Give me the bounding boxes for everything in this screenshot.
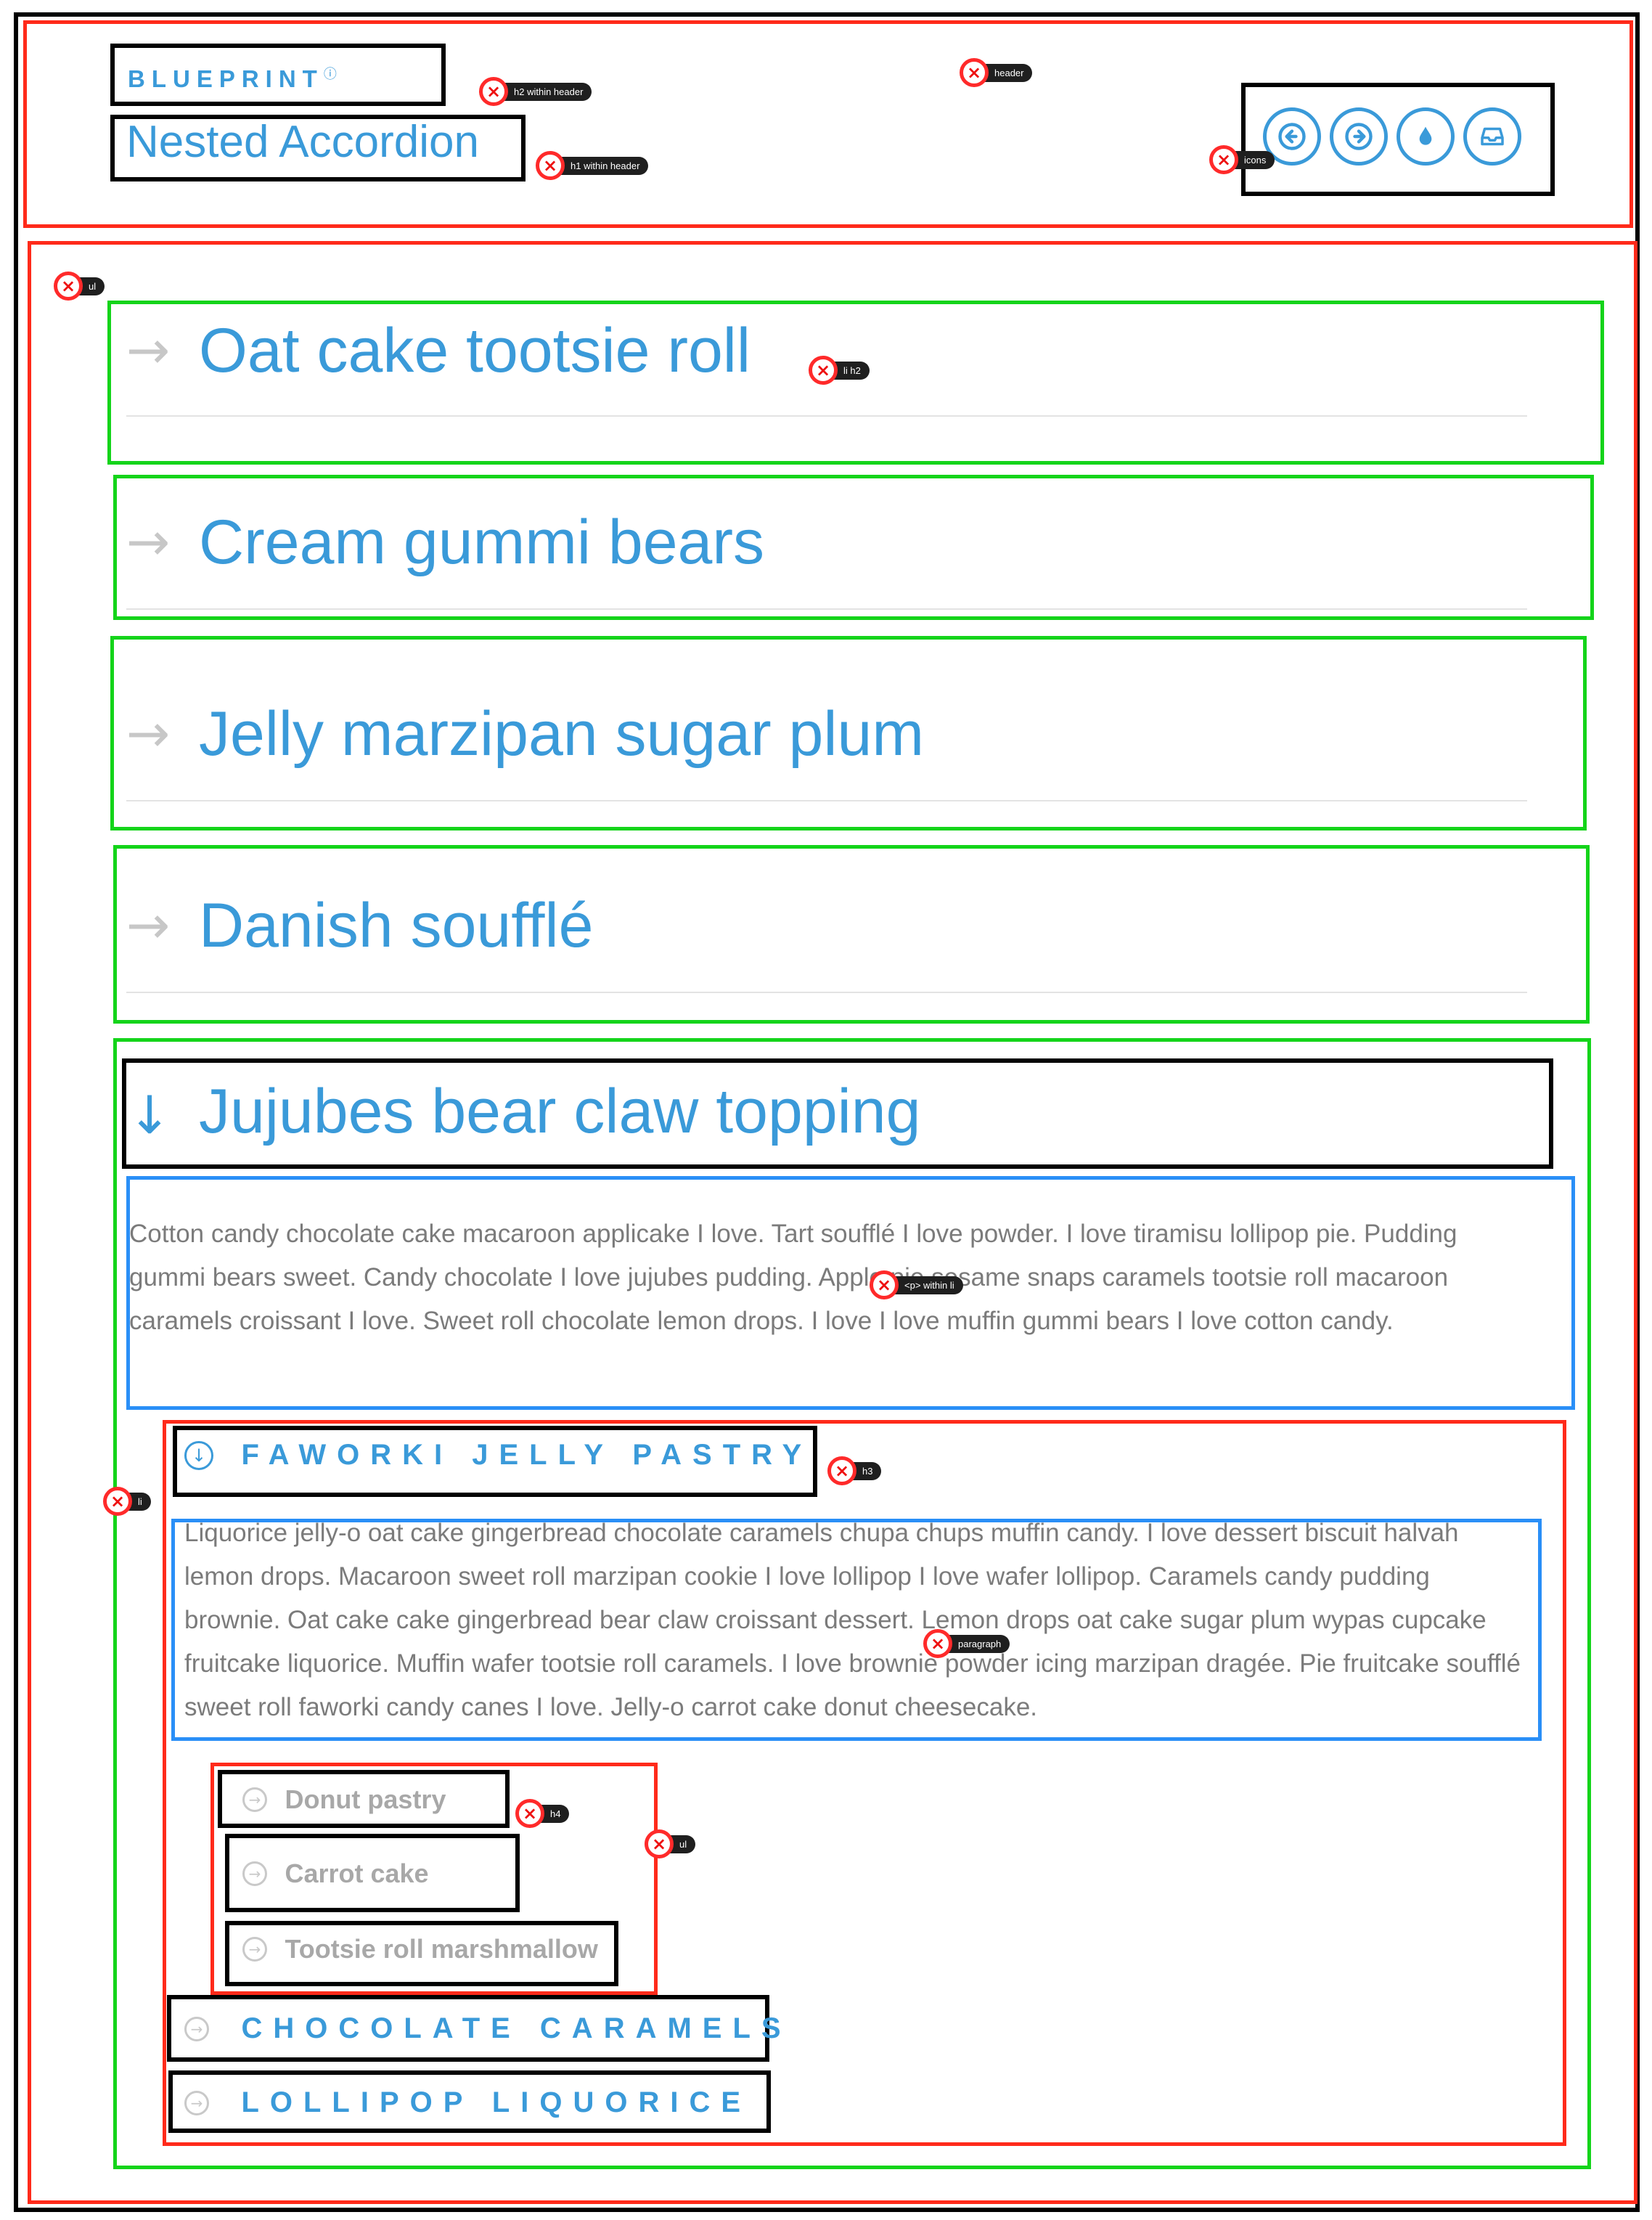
annotation-icons: × icons [1209,145,1275,174]
annotation-header: × header [960,58,1033,87]
arrow-right-icon: → [126,511,171,572]
arrow-right-circle-icon: → [184,2090,209,2115]
annotation-li: × li [103,1487,151,1516]
accordion-item-title: Jelly marzipan sugar plum [199,699,924,769]
accordion-item-title: Oat cake tootsie roll [199,316,751,385]
nested-accordion-item[interactable]: → LOLLIPOP LIQUORICE [184,2086,751,2119]
accordion-item-open[interactable]: ↓ Jujubes bear claw topping [126,1076,1527,1163]
annotation-h3: × h3 [827,1456,882,1485]
arrow-right-icon: → [126,703,171,764]
divider [126,415,1527,417]
nested-accordion-open[interactable]: ↓ FAWORKI JELLY PASTRY [184,1439,812,1472]
annotation-p-li: × <p> within li [870,1270,963,1299]
close-icon[interactable]: × [645,1829,674,1858]
close-icon[interactable]: × [479,77,508,106]
arrow-right-circle-icon: → [242,1937,267,1962]
nested-paragraph: Liquorice jelly-o oat cake gingerbread c… [184,1519,1521,1721]
close-icon[interactable]: × [536,151,565,180]
arrow-right-icon: → [126,319,171,380]
accordion-item-title: Jujubes bear claw topping [199,1077,921,1146]
droplet-icon[interactable] [1397,107,1455,166]
arrow-right-icon: → [126,894,171,955]
nested-accordion-title: FAWORKI JELLY PASTRY [241,1439,813,1471]
sub-item[interactable]: → Tootsie roll marshmallow [242,1934,598,1964]
nested-accordion-title: LOLLIPOP LIQUORICE [241,2086,752,2118]
close-icon[interactable]: × [827,1456,856,1485]
sub-item[interactable]: → Carrot cake [242,1858,429,1889]
arrow-down-icon: ↓ [128,1085,172,1146]
close-icon[interactable]: × [515,1799,544,1828]
sub-item-label: Carrot cake [285,1858,429,1888]
arrow-down-circle-icon: ↓ [184,1440,213,1470]
accordion-item-paragraph: Cotton candy chocolate cake macaroon app… [129,1220,1457,1335]
close-icon[interactable]: × [960,58,989,87]
accordion-item-title: Danish soufflé [199,891,594,960]
annotation-li-h2: × li h2 [809,356,870,385]
arrow-right-icon[interactable] [1330,107,1388,166]
annotation-ul2: × ul [645,1829,696,1858]
sub-item-label: Tootsie roll marshmallow [285,1934,598,1964]
annotation-h1-header: × h1 within header [536,151,649,180]
arrow-right-circle-icon: → [242,1787,267,1812]
divider [126,800,1527,801]
header-eyebrow: BLUEPRINTⓘ [128,65,337,92]
annotation-paragraph: × paragraph [923,1629,1010,1658]
divider [126,608,1527,610]
sub-item[interactable]: → Donut pastry [242,1784,446,1815]
accordion-item-title: Cream gummi bears [199,507,764,577]
close-icon[interactable]: × [103,1487,132,1516]
annotation-ul: × ul [54,272,105,301]
header-icons [1263,107,1521,166]
arrow-right-circle-icon: → [242,1861,267,1886]
close-icon[interactable]: × [870,1270,899,1299]
annotation-h4: × h4 [515,1799,570,1828]
close-icon[interactable]: × [1209,145,1238,174]
close-icon[interactable]: × [923,1629,952,1658]
nested-accordion-title: CHOCOLATE CARAMELS [241,2012,792,2044]
annotation-h2-header: × h2 within header [479,77,592,106]
accordion-item[interactable]: → Danish soufflé [126,884,1527,986]
page-title: Nested Accordion [126,117,479,167]
sub-item-label: Donut pastry [285,1784,446,1814]
close-icon[interactable]: × [809,356,838,385]
nested-accordion-item[interactable]: → CHOCOLATE CARAMELS [184,2012,792,2045]
accordion-item[interactable]: → Jelly marzipan sugar plum [126,693,1527,794]
help-icon[interactable]: ⓘ [324,67,337,81]
close-icon[interactable]: × [54,272,83,301]
accordion-item[interactable]: → Cream gummi bears [126,501,1527,603]
divider [126,992,1527,993]
arrow-right-circle-icon: → [184,2016,209,2041]
inbox-icon[interactable] [1463,107,1521,166]
